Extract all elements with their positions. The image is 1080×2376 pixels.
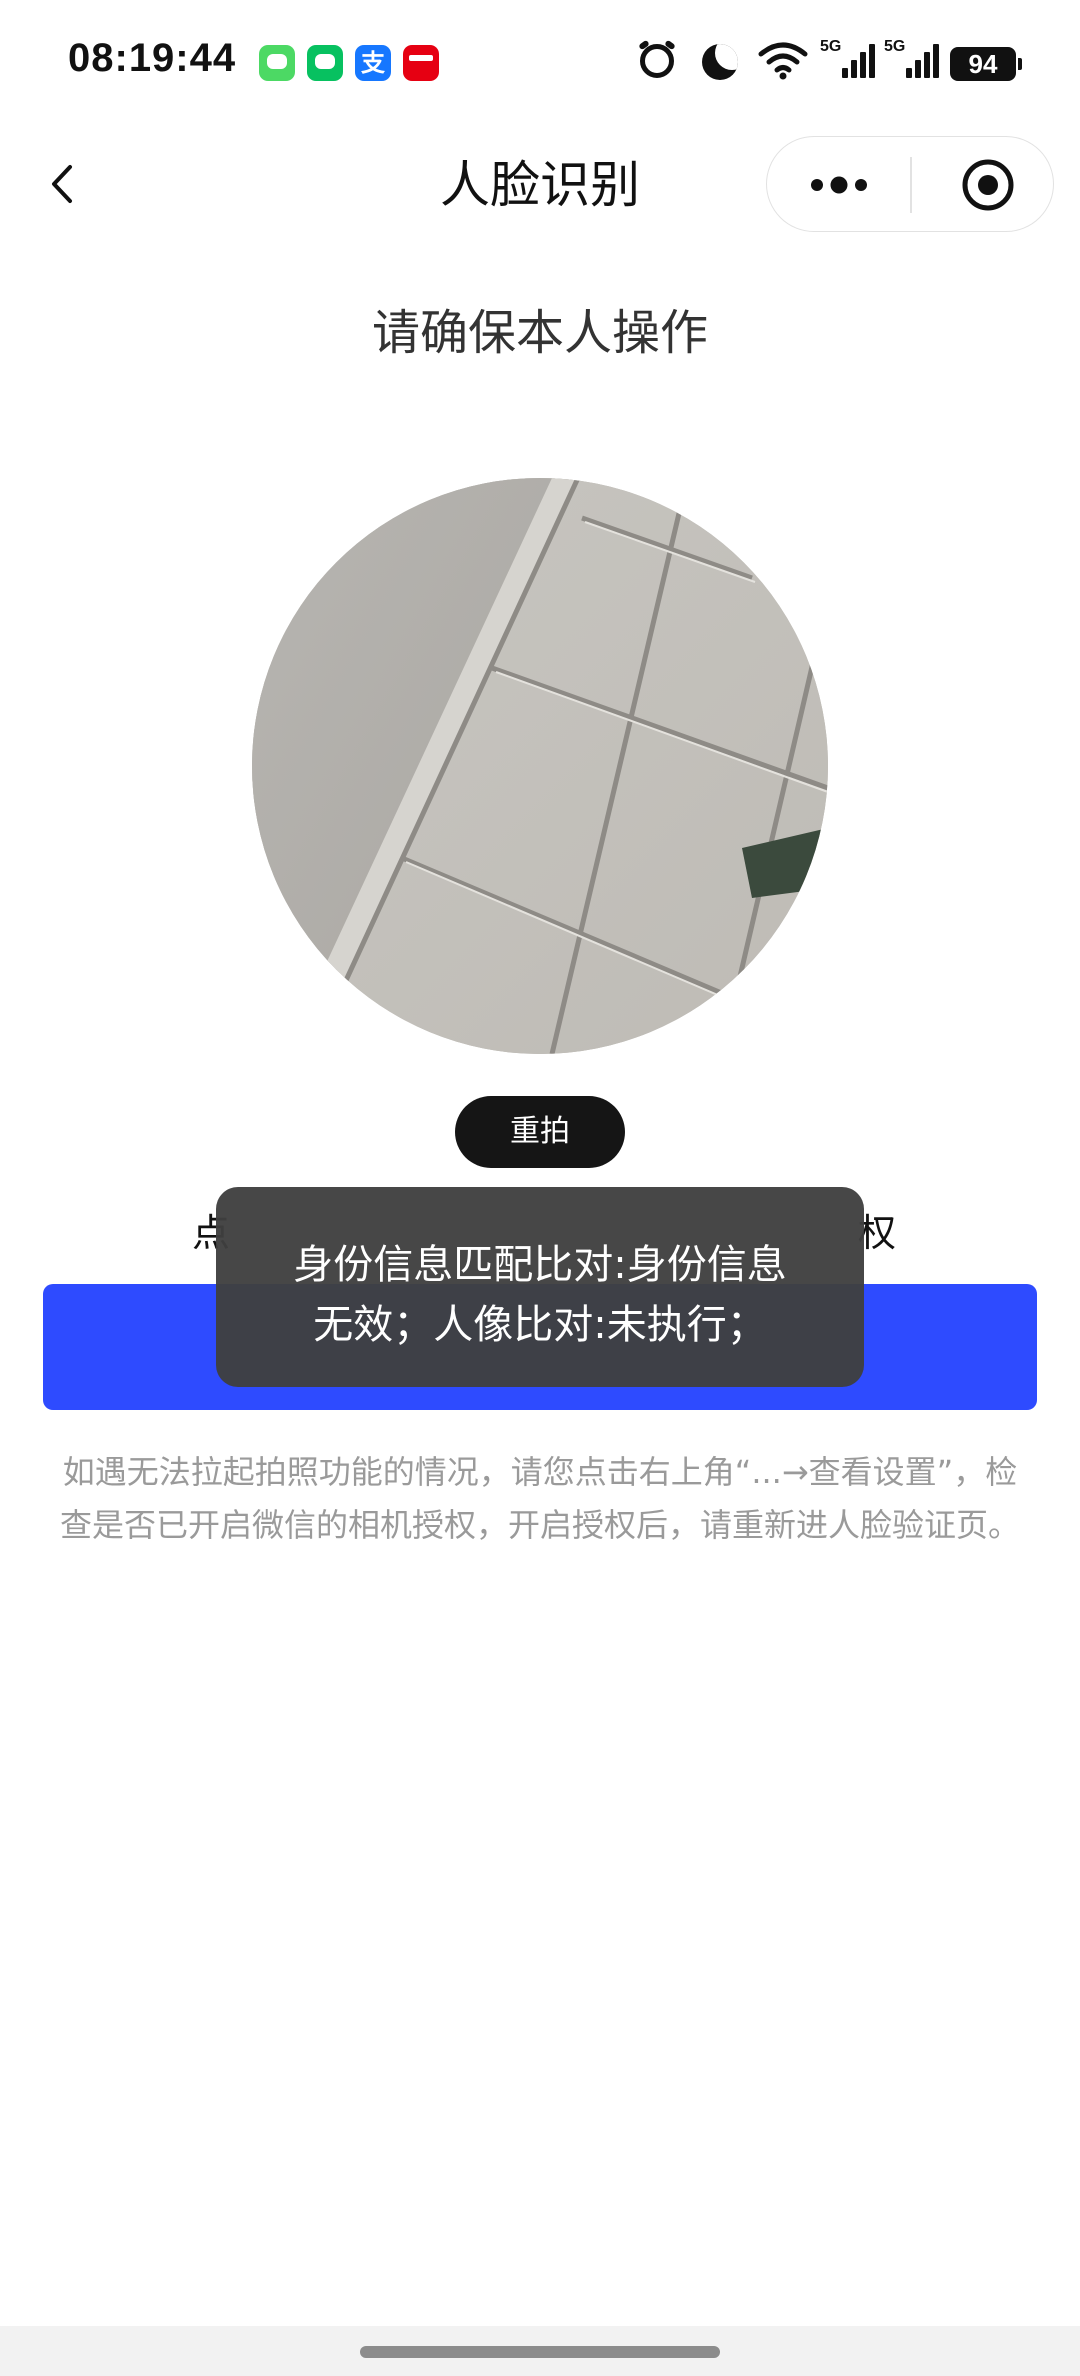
network-type-label: 5G [820,38,842,55]
cellular-signal-icon-2: 5G [884,38,940,82]
target-circle-icon[interactable] [960,157,1016,213]
alipay-icon: 支 [355,45,391,81]
toast-line-2: 无效；人像比对:未执行； [313,1302,767,1348]
alarm-icon [640,44,674,78]
system-icons: 5G 5G 94 [620,0,1080,128]
wifi-icon [758,42,808,80]
capsule-divider [910,157,912,213]
navigation-bar: 人脸识别 [0,128,1080,240]
home-indicator[interactable] [360,2346,720,2358]
home-indicator-area [0,2326,1080,2376]
network-type-label-2: 5G [884,38,906,55]
captured-photo-image [252,478,828,1054]
operation-prompt: 请确保本人操作 [371,305,708,361]
mini-program-capsule [766,136,1054,232]
face-recognition-page: 08:19:44 支 5G 5G 94 人脸识别 请确保本人操作 重拍 点 权 … [0,0,1080,2376]
error-toast: 身份信息匹配比对:身份信息 无效；人像比对:未执行； [216,1187,864,1387]
do-not-disturb-icon [702,44,738,80]
toast-line-1: 身份信息匹配比对:身份信息 [293,1242,787,1288]
cellular-signal-icon: 5G [820,38,876,82]
retake-button[interactable]: 重拍 [455,1096,625,1168]
captured-photo [252,478,828,1054]
cloudpay-icon [403,45,439,81]
more-dots-icon[interactable] [807,163,871,207]
status-time: 08:19:44 [68,36,237,80]
wechat-icon [307,45,343,81]
battery-indicator: 94 [950,47,1022,81]
messages-icon [259,45,295,81]
status-bar: 08:19:44 支 5G 5G 94 [0,0,1080,128]
camera-permission-help: 如遇无法拉起拍照功能的情况，请您点击右上角“...→查看设置”，检查是否已开启微… [60,1453,1021,1544]
